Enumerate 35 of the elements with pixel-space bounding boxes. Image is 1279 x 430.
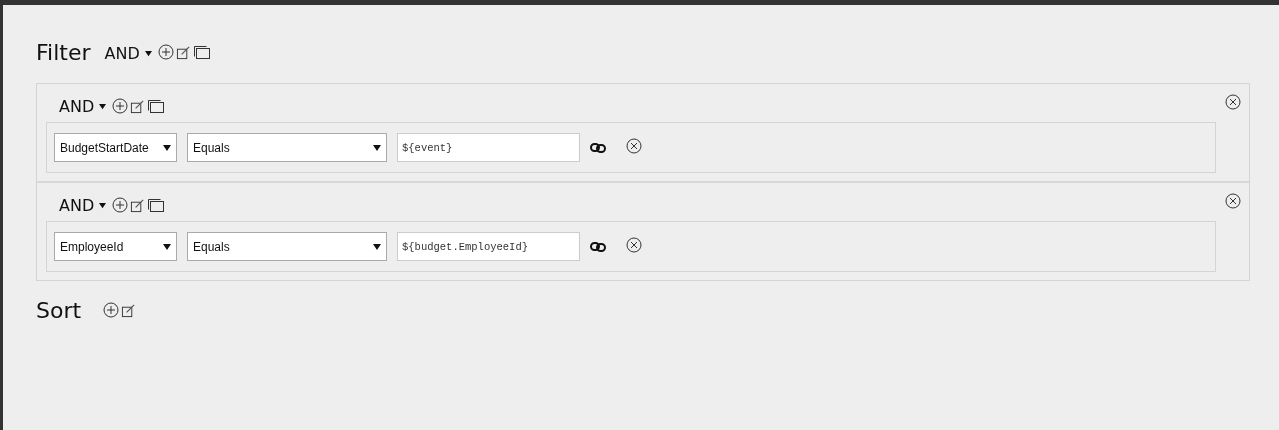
close-icon[interactable]	[1225, 94, 1241, 110]
add-icon[interactable]	[103, 302, 120, 318]
close-icon[interactable]	[626, 236, 642, 253]
copy-icon[interactable]	[192, 44, 211, 60]
caret-icon	[373, 143, 381, 152]
edit-icon[interactable]	[121, 302, 137, 318]
field-select[interactable]: EmployeeId	[54, 232, 177, 261]
close-icon[interactable]	[1225, 193, 1241, 209]
caret-icon	[163, 143, 171, 152]
edit-icon[interactable]	[130, 98, 146, 114]
edit-icon[interactable]	[175, 44, 191, 60]
caret-icon	[373, 242, 381, 251]
section-title: Filter	[36, 39, 91, 65]
close-icon[interactable]	[626, 137, 642, 154]
caret-icon	[99, 102, 107, 110]
comparison-select[interactable]: Equals	[187, 133, 387, 162]
edit-icon[interactable]	[130, 197, 146, 213]
link-icon[interactable]	[590, 142, 606, 153]
value-field[interactable]: ${event}	[397, 133, 580, 162]
copy-icon[interactable]	[147, 98, 166, 114]
add-icon[interactable]	[112, 98, 129, 114]
add-icon[interactable]	[157, 44, 174, 60]
copy-icon[interactable]	[147, 197, 166, 213]
comparison-select[interactable]: Equals	[187, 232, 387, 261]
add-icon[interactable]	[112, 197, 129, 213]
caret-icon	[144, 50, 152, 57]
value-field[interactable]: ${budget.EmployeeId}	[397, 232, 580, 261]
link-icon[interactable]	[590, 241, 606, 252]
operator-dropdown[interactable]: AND	[104, 44, 152, 63]
field-select[interactable]: BudgetStartDate	[54, 133, 177, 162]
section-title: Sort	[36, 297, 82, 323]
operator-dropdown[interactable]: AND	[59, 96, 107, 116]
caret-icon	[99, 201, 107, 209]
caret-icon	[163, 242, 171, 251]
operator-dropdown[interactable]: AND	[59, 195, 107, 215]
